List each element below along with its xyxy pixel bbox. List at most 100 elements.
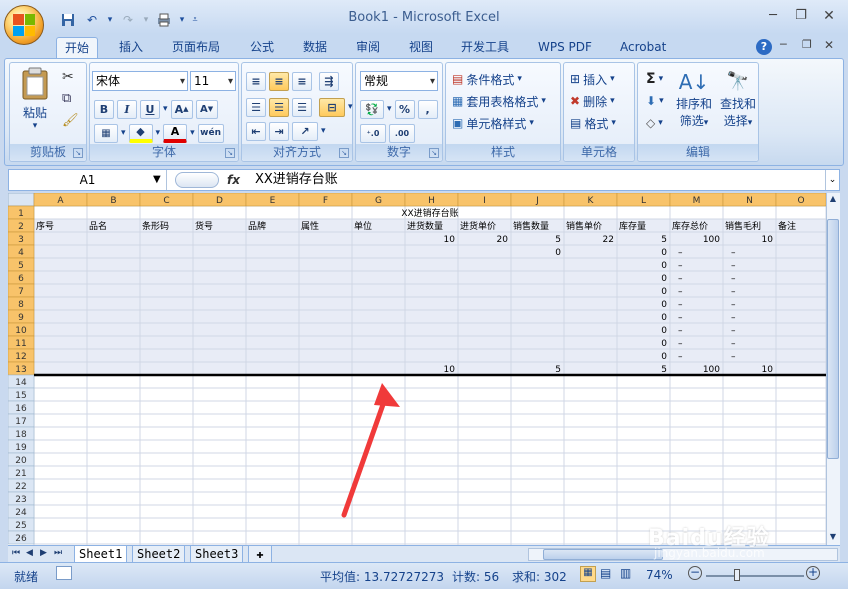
decrease-decimal-icon[interactable]: .00 <box>389 123 415 143</box>
data-cell[interactable]: 0 <box>661 313 667 323</box>
zoom-slider[interactable] <box>706 575 804 577</box>
data-cell[interactable]: – <box>731 248 736 258</box>
doc-minimize-icon[interactable]: ─ <box>780 38 787 51</box>
align-left-icon[interactable]: ☰ <box>246 97 266 117</box>
data-cell[interactable]: – <box>678 287 683 297</box>
data-cell[interactable]: 10 <box>762 235 774 245</box>
tab-insert[interactable]: 插入 <box>111 37 151 58</box>
scroll-up-icon[interactable]: ▲ <box>827 194 839 206</box>
tab-view[interactable]: 视图 <box>401 37 441 58</box>
grow-font-icon[interactable]: A ▲ <box>170 99 193 119</box>
macro-record-icon[interactable] <box>56 566 72 580</box>
merge-dropdown-icon[interactable]: ▾ <box>348 102 353 112</box>
bold-button[interactable]: B <box>94 99 114 119</box>
data-cell[interactable]: 0 <box>661 248 667 258</box>
data-cell[interactable]: – <box>731 261 736 271</box>
sheet-tab-2[interactable]: Sheet2 <box>132 546 186 563</box>
page-break-view-icon[interactable]: ▥ <box>620 566 631 580</box>
accounting-format-icon[interactable]: 💱 <box>360 99 384 119</box>
data-cell[interactable]: – <box>678 300 683 310</box>
name-box[interactable]: A1 <box>9 170 167 190</box>
tab-developer[interactable]: 开发工具 <box>453 37 517 58</box>
font-color-dropdown-icon[interactable]: ▾ <box>190 128 195 138</box>
data-cell[interactable]: 5 <box>555 365 561 375</box>
name-box-dropdown-icon[interactable]: ▼ <box>153 170 161 190</box>
data-cell[interactable]: – <box>678 352 683 362</box>
data-cell[interactable]: 5 <box>661 235 667 245</box>
font-color-icon[interactable]: A <box>163 123 188 143</box>
data-cell[interactable]: – <box>731 339 736 349</box>
close-icon[interactable]: ✕ <box>816 8 842 26</box>
alignment-launcher-icon[interactable]: ↘ <box>339 148 349 158</box>
zoom-out-icon[interactable]: − <box>688 566 702 580</box>
data-cell[interactable]: – <box>678 274 683 284</box>
cell-styles-button[interactable]: ▣ 单元格样式 ▾ <box>452 113 534 133</box>
format-cells-button[interactable]: ▤ 格式 ▾ <box>570 113 616 133</box>
tab-data[interactable]: 数据 <box>295 37 335 58</box>
data-cell[interactable]: – <box>678 313 683 323</box>
doc-restore-icon[interactable]: ❐ <box>802 38 812 51</box>
first-sheet-icon[interactable]: ⏮ <box>12 548 20 558</box>
data-cell[interactable]: – <box>678 248 683 258</box>
border-dropdown-icon[interactable]: ▾ <box>121 128 126 138</box>
sheet-title-cell[interactable]: XX进销存台账 <box>401 207 458 219</box>
worksheet-grid[interactable]: A B C D E F G H I J K L M N O 1 2 3 4 5 6 7 8 9 10 11 12 13 14 15 16 17… <box>8 193 826 545</box>
number-launcher-icon[interactable]: ↘ <box>429 148 439 158</box>
format-painter-icon[interactable]: 🖌 <box>62 113 79 128</box>
data-cell[interactable]: – <box>731 326 736 336</box>
header-cell[interactable]: 进货单价 <box>460 220 496 232</box>
paste-button[interactable]: 粘贴 ▾ <box>16 67 54 141</box>
zoom-level[interactable]: 74% <box>646 568 673 582</box>
header-cell[interactable]: 货号 <box>195 220 213 232</box>
data-cell[interactable]: – <box>731 287 736 297</box>
formula-input[interactable]: XX进销存台账 <box>255 170 338 190</box>
zoom-slider-thumb[interactable] <box>734 569 740 581</box>
data-cell[interactable]: – <box>731 352 736 362</box>
tab-review[interactable]: 审阅 <box>348 37 388 58</box>
header-cell[interactable]: 序号 <box>36 220 54 232</box>
fill-button[interactable]: ⬇ ▾ <box>646 91 664 111</box>
tab-page-layout[interactable]: 页面布局 <box>164 37 228 58</box>
next-sheet-icon[interactable]: ▶ <box>40 548 47 558</box>
data-cell[interactable]: – <box>731 300 736 310</box>
data-cell[interactable]: 5 <box>555 235 561 245</box>
border-icon[interactable]: ▦ <box>94 123 118 143</box>
data-cell[interactable]: 10 <box>444 235 456 245</box>
header-cell[interactable]: 备注 <box>778 220 796 232</box>
comma-button[interactable]: , <box>417 99 438 119</box>
clear-button[interactable]: ◇ ▾ <box>646 113 663 133</box>
horizontal-scroll-thumb[interactable] <box>543 549 663 560</box>
tab-formulas[interactable]: 公式 <box>242 37 282 58</box>
header-cell[interactable]: 条形码 <box>142 220 169 232</box>
tab-wps-pdf[interactable]: WPS PDF <box>530 37 600 58</box>
insert-function-icon[interactable]: fx <box>227 170 240 190</box>
orientation-dropdown-icon[interactable]: ▾ <box>321 126 326 136</box>
align-top-icon[interactable]: ≡ <box>246 71 266 91</box>
data-cell[interactable]: 5 <box>661 365 667 375</box>
data-cell[interactable]: 0 <box>661 261 667 271</box>
data-cell[interactable]: 0 <box>661 300 667 310</box>
data-cell[interactable]: 10 <box>762 365 774 375</box>
align-center-icon[interactable]: ☰ <box>269 97 289 117</box>
font-launcher-icon[interactable]: ↘ <box>225 148 235 158</box>
autosum-button[interactable]: Σ ▾ <box>646 69 663 89</box>
align-bottom-icon[interactable]: ≡ <box>292 71 312 91</box>
increase-decimal-icon[interactable]: ⁺.0 <box>360 123 386 143</box>
vertical-scroll-thumb[interactable] <box>827 219 839 459</box>
data-cell[interactable]: – <box>731 313 736 323</box>
office-button[interactable] <box>4 5 44 45</box>
header-cell[interactable]: 库存总价 <box>672 220 708 232</box>
percent-button[interactable]: % <box>394 99 415 119</box>
header-cell[interactable]: 品牌 <box>248 220 266 232</box>
data-cell[interactable]: 22 <box>603 235 614 245</box>
increase-indent-icon[interactable]: ⇥ <box>269 121 289 141</box>
font-name-combo[interactable]: 宋体 <box>92 71 188 91</box>
italic-button[interactable]: I <box>117 99 137 119</box>
help-icon[interactable]: ? <box>756 39 772 55</box>
data-cell[interactable]: 0 <box>661 326 667 336</box>
data-cell[interactable]: 10 <box>444 365 456 375</box>
tab-home[interactable]: 开始 <box>56 37 99 58</box>
conditional-format-button[interactable]: ▤ 条件格式 ▾ <box>452 69 522 89</box>
copy-icon[interactable]: ⧉ <box>62 91 71 106</box>
tab-acrobat[interactable]: Acrobat <box>612 37 674 58</box>
